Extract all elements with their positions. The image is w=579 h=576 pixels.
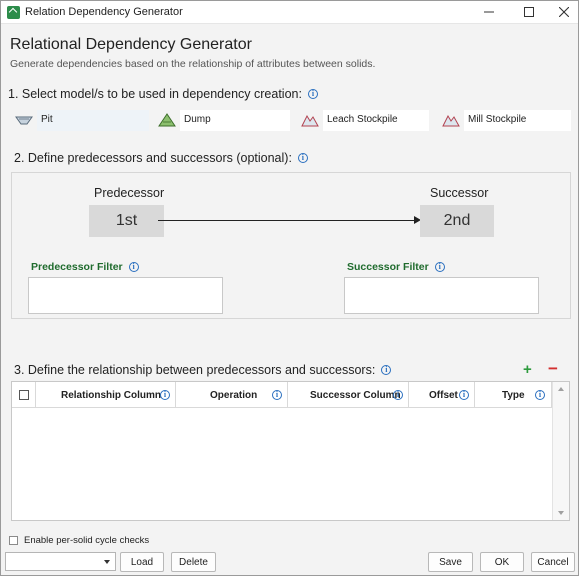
- page-title: Relational Dependency Generator: [10, 36, 252, 53]
- info-icon[interactable]: i: [434, 262, 445, 272]
- select-all-column: [12, 382, 36, 408]
- successor-filter-input[interactable]: [344, 277, 539, 314]
- scroll-up-icon[interactable]: [558, 387, 564, 391]
- model-label: Dump: [184, 114, 211, 125]
- info-icon[interactable]: i: [307, 89, 318, 99]
- info-icon[interactable]: i: [393, 390, 403, 400]
- grid-scrollbar[interactable]: [552, 382, 569, 520]
- column-offset[interactable]: Offset i: [409, 382, 475, 408]
- grid-header: Relationship Column i Operation i Succes…: [12, 382, 552, 408]
- column-type[interactable]: Type i: [475, 382, 552, 408]
- add-row-button[interactable]: +: [523, 361, 532, 378]
- maximize-icon: [524, 7, 534, 17]
- cycle-check-checkbox[interactable]: [9, 536, 18, 545]
- successor-order-box[interactable]: 2nd: [420, 205, 494, 237]
- info-icon[interactable]: i: [128, 262, 139, 272]
- remove-row-button[interactable]: −: [548, 359, 558, 379]
- section1-label: 1. Select model/s to be used in dependen…: [8, 87, 318, 101]
- stockpile-model-icon: [442, 114, 460, 127]
- column-operation[interactable]: Operation i: [176, 382, 288, 408]
- info-icon[interactable]: i: [272, 390, 282, 400]
- chevron-down-icon: [104, 560, 110, 564]
- maximize-button[interactable]: [511, 1, 547, 23]
- model-label: Pit: [41, 114, 53, 125]
- title-bar: Relation Dependency Generator: [1, 1, 578, 24]
- model-label: Leach Stockpile: [327, 114, 398, 125]
- info-icon[interactable]: i: [459, 390, 469, 400]
- predecessor-order-box[interactable]: 1st: [89, 205, 164, 237]
- predecessor-filter-input[interactable]: [28, 277, 223, 314]
- load-button[interactable]: Load: [120, 552, 164, 572]
- ok-button[interactable]: OK: [480, 552, 524, 572]
- delete-button[interactable]: Delete: [171, 552, 216, 572]
- pit-model-icon: [15, 116, 33, 125]
- select-all-checkbox[interactable]: [19, 390, 29, 400]
- info-icon[interactable]: i: [297, 153, 308, 163]
- close-icon: [559, 7, 569, 17]
- column-relationship[interactable]: Relationship Column i: [36, 382, 176, 408]
- save-button[interactable]: Save: [428, 552, 473, 572]
- preset-dropdown[interactable]: [5, 552, 116, 571]
- page-subtitle: Generate dependencies based on the relat…: [10, 58, 376, 70]
- info-icon[interactable]: i: [381, 365, 392, 375]
- predecessor-filter-label: Predecessor Filter i: [31, 261, 139, 273]
- model-leach-stockpile[interactable]: Leach Stockpile: [299, 110, 429, 131]
- minimize-button[interactable]: [471, 1, 507, 23]
- window-title: Relation Dependency Generator: [25, 6, 183, 18]
- successor-filter-label: Successor Filter i: [347, 261, 445, 273]
- model-pit[interactable]: Pit: [13, 110, 149, 131]
- cancel-button[interactable]: Cancel: [531, 552, 575, 572]
- predecessor-title: Predecessor: [94, 186, 165, 200]
- column-successor[interactable]: Successor Column i: [288, 382, 409, 408]
- dialog-window: Relation Dependency Generator Relational…: [0, 0, 579, 576]
- scroll-down-icon[interactable]: [558, 511, 564, 515]
- cycle-check-label: Enable per-solid cycle checks: [24, 535, 150, 546]
- app-icon: [7, 6, 20, 19]
- model-dump[interactable]: Dump: [156, 110, 290, 131]
- info-icon[interactable]: i: [160, 390, 170, 400]
- section2-label: 2. Define predecessors and successors (o…: [14, 151, 308, 165]
- section3-label: 3. Define the relationship between prede…: [14, 363, 392, 377]
- relationship-grid: Relationship Column i Operation i Succes…: [11, 381, 570, 521]
- successor-title: Successor: [430, 186, 489, 200]
- stockpile-model-icon: [301, 114, 319, 127]
- model-mill-stockpile[interactable]: Mill Stockpile: [440, 110, 571, 131]
- dump-model-icon: [158, 113, 176, 127]
- info-icon[interactable]: i: [535, 390, 545, 400]
- relation-arrow: [158, 220, 416, 221]
- minimize-icon: [484, 11, 494, 13]
- close-button[interactable]: [546, 1, 579, 23]
- model-label: Mill Stockpile: [468, 114, 527, 125]
